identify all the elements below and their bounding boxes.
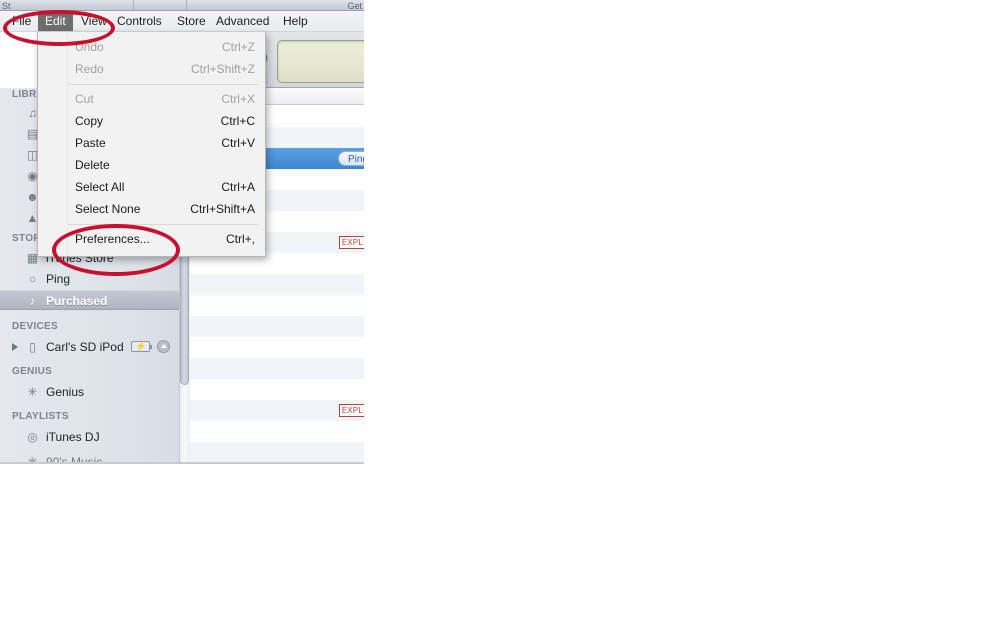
itunes-window: St Get File Edit View Controls Store Adv…	[0, 0, 364, 464]
table-row[interactable]	[190, 337, 364, 358]
table-row[interactable]	[190, 442, 364, 463]
menu-item-accel: Ctrl+V	[221, 136, 255, 150]
menu-separator-2	[68, 224, 259, 225]
menu-item-delete[interactable]: Delete	[39, 154, 264, 176]
ipod-icon: ▯	[29, 340, 36, 354]
sidebar-item-genius[interactable]: ✳ Genius	[0, 382, 189, 402]
sidebar-item-carls-sd-ipod[interactable]: ▯ Carl's SD iPod ⚡	[0, 337, 189, 357]
ping-badge[interactable]: Ping	[337, 151, 364, 166]
menu-bar: File Edit View Controls Store Advanced H…	[0, 11, 364, 32]
menu-item-copy[interactable]: Copy Ctrl+C	[39, 110, 264, 132]
toolbar-divider-2	[186, 0, 187, 10]
sidebar-header-devices: DEVICES	[12, 321, 59, 332]
table-row[interactable]	[190, 274, 364, 295]
explicit-badge: EXPLICIT	[338, 236, 364, 249]
eject-icon[interactable]	[157, 340, 170, 353]
menu-item-label: Redo	[75, 62, 104, 76]
table-row[interactable]: EXPLICIT	[190, 400, 364, 421]
menubar-item-file[interactable]: File	[5, 12, 38, 31]
explicit-badge: EXPLICIT	[338, 404, 364, 417]
speech-bubble-icon: ○	[28, 272, 37, 286]
status-lcd-panel[interactable]	[277, 40, 364, 83]
table-row[interactable]	[190, 379, 364, 400]
playlist-icon: ♪	[29, 294, 36, 308]
menu-item-label: Preferences...	[75, 232, 150, 246]
sidebar-header-genius: GENIUS	[12, 366, 53, 377]
battery-bolt-icon: ⚡	[135, 341, 147, 351]
menu-item-label: Select None	[75, 202, 141, 216]
menu-item-label: Undo	[75, 40, 104, 54]
menu-item-accel: Ctrl+Shift+Z	[190, 62, 255, 76]
menu-item-label: Copy	[75, 114, 104, 128]
menubar-item-controls[interactable]: Controls	[110, 12, 169, 31]
menubar-item-edit[interactable]: Edit	[38, 12, 73, 31]
sidebar-header-playlists: PLAYLISTS	[12, 411, 69, 422]
menubar-item-store[interactable]: Store	[170, 12, 213, 31]
menu-item-undo[interactable]: Undo Ctrl+Z	[39, 36, 264, 58]
sidebar-item-purchased[interactable]: ♪ Purchased	[0, 290, 189, 310]
menu-item-paste[interactable]: Paste Ctrl+V	[39, 132, 264, 154]
menu-item-label: Cut	[75, 92, 94, 106]
window-toolbar-strip: St Get	[0, 0, 364, 11]
menu-item-label: Paste	[75, 136, 106, 150]
toolbar-divider-1	[133, 0, 134, 10]
table-row[interactable]	[190, 295, 364, 316]
menu-item-accel: Ctrl+A	[221, 180, 255, 194]
menubar-item-advanced[interactable]: Advanced	[209, 12, 276, 31]
sidebar-item-label: iTunes DJ	[46, 430, 100, 444]
menu-item-cut[interactable]: Cut Ctrl+X	[39, 88, 264, 110]
sidebar-item-label: Ping	[46, 272, 71, 286]
sidebar-item-itunes-dj[interactable]: ◎ iTunes DJ	[0, 427, 189, 447]
table-row[interactable]	[190, 358, 364, 379]
sidebar-item-label: Genius	[46, 385, 85, 399]
menu-item-accel: Ctrl+X	[221, 92, 255, 106]
toolbar-left-text: St	[2, 1, 11, 11]
table-row[interactable]	[190, 316, 364, 337]
menu-item-label: Select All	[75, 180, 125, 194]
battery-icon: ⚡	[131, 341, 152, 352]
window-bottom-edge	[0, 462, 364, 464]
menubar-item-view[interactable]: View	[74, 12, 114, 31]
menu-item-preferences[interactable]: Preferences... Ctrl+,	[39, 228, 264, 250]
toolbar-right-text: Get	[347, 1, 362, 11]
menubar-item-help[interactable]: Help	[276, 12, 315, 31]
menu-item-accel: Ctrl+,	[225, 232, 255, 246]
itunes-dj-icon: ◎	[27, 430, 38, 444]
genius-atom-icon: ✳	[27, 385, 38, 399]
menu-item-accel: Ctrl+Z	[222, 40, 255, 54]
sidebar-item-label: Carl's SD iPod	[46, 340, 124, 354]
disclosure-triangle-icon[interactable]	[12, 343, 18, 351]
menu-item-redo[interactable]: Redo Ctrl+Shift+Z	[39, 58, 264, 80]
menu-item-accel: Ctrl+Shift+A	[190, 202, 255, 216]
menu-item-label: Delete	[75, 158, 110, 172]
table-row[interactable]	[190, 421, 364, 442]
sidebar-item-label: Purchased	[46, 294, 108, 308]
menu-separator-1	[68, 84, 259, 85]
menu-item-select-none[interactable]: Select None Ctrl+Shift+A	[39, 198, 264, 220]
sidebar-item-ping[interactable]: ○ Ping	[0, 269, 189, 289]
menu-item-accel: Ctrl+C	[220, 114, 255, 128]
edit-menu-dropdown: Undo Ctrl+Z Redo Ctrl+Shift+Z Cut Ctrl+X…	[37, 32, 266, 257]
menu-item-select-all[interactable]: Select All Ctrl+A	[39, 176, 264, 198]
